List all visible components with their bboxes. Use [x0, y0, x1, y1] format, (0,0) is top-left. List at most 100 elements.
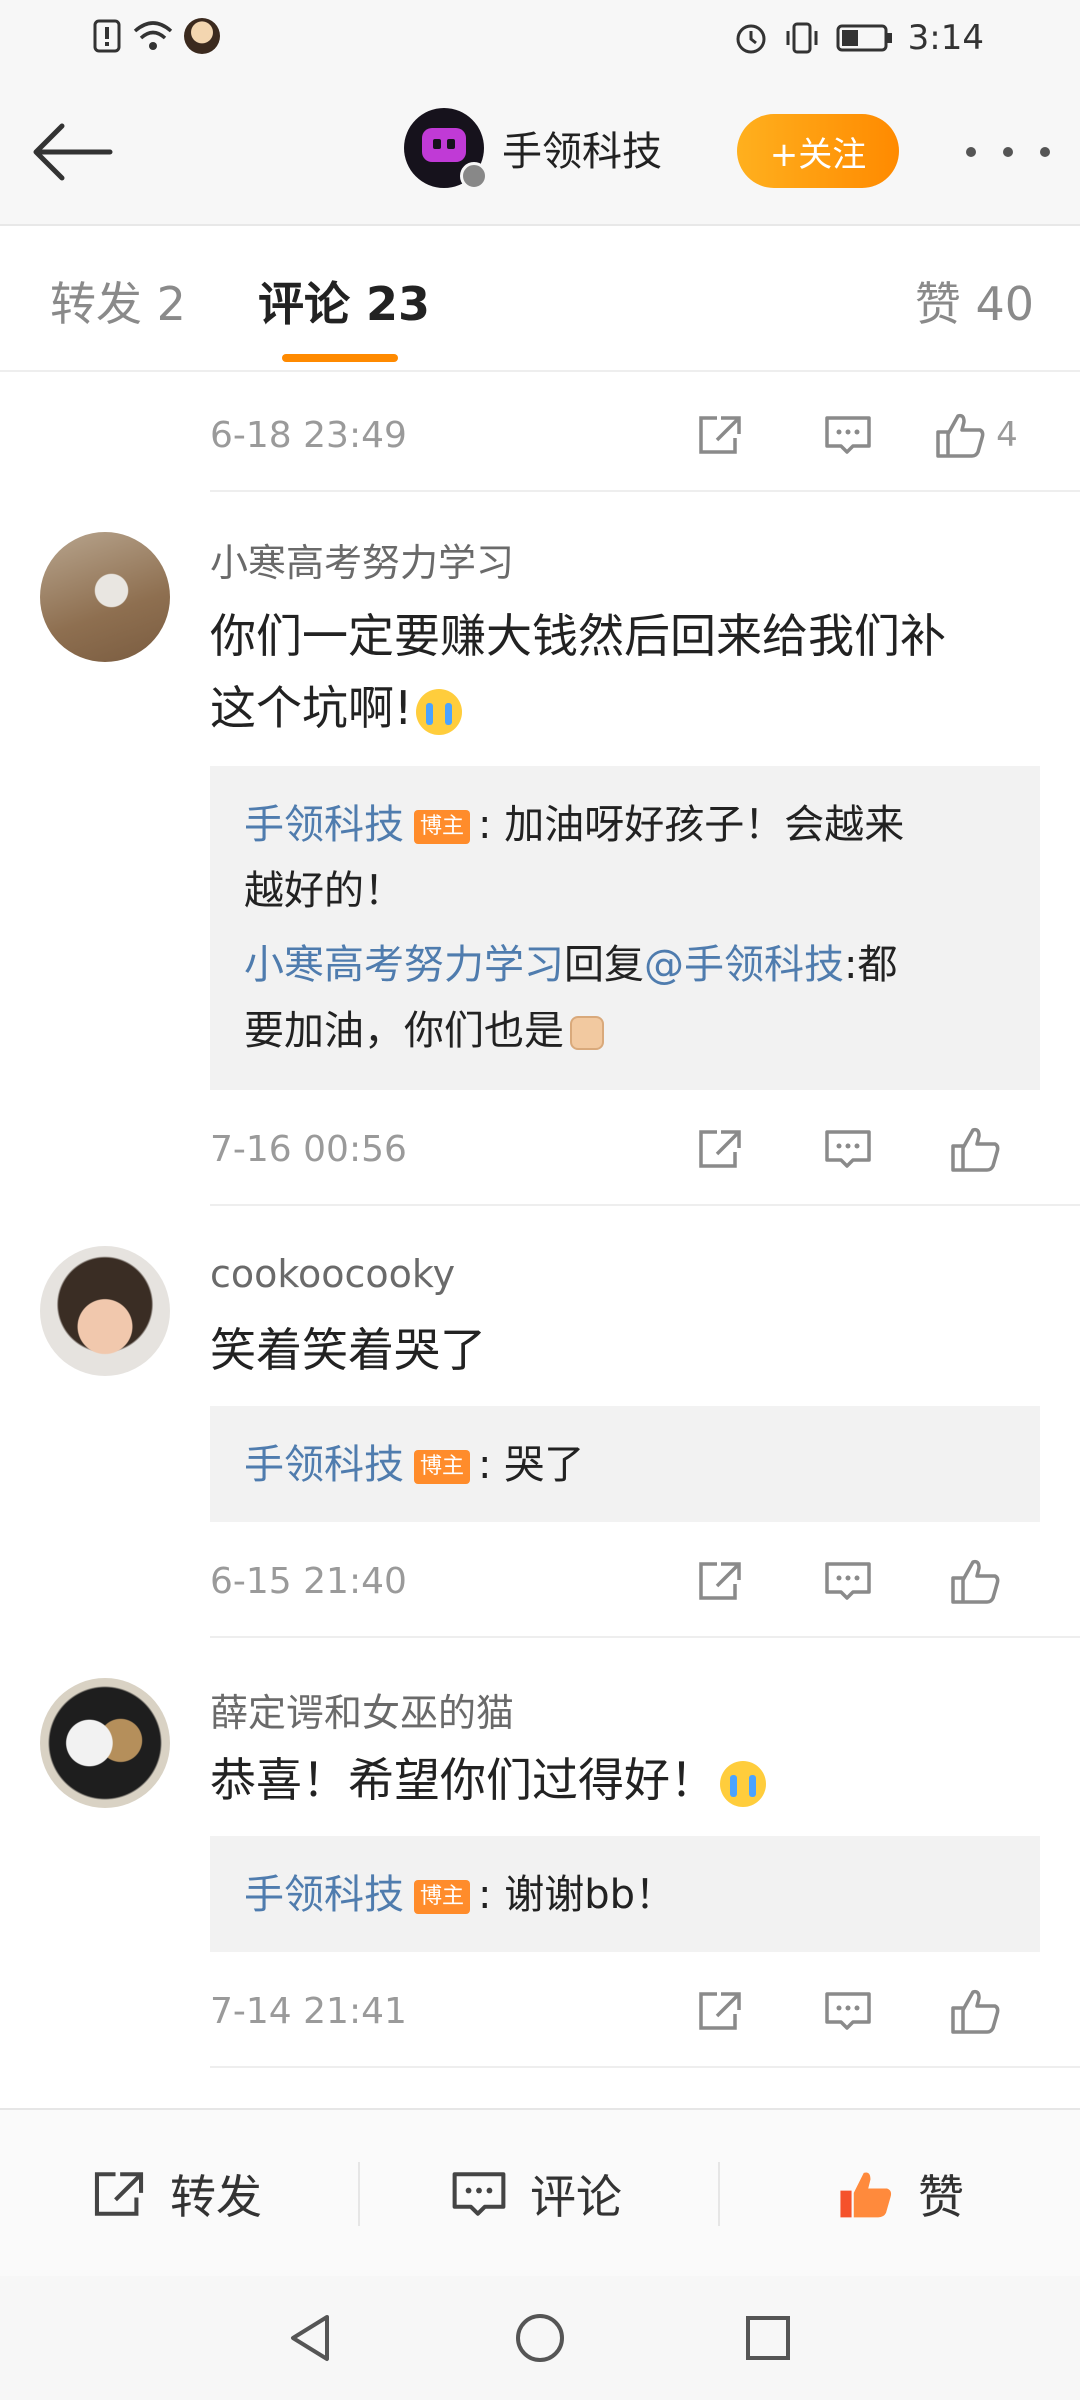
- share-icon: [94, 2172, 144, 2216]
- share-icon: [699, 1130, 741, 1168]
- share-button[interactable]: [656, 405, 784, 465]
- comment-actions: 7-16 00:56: [210, 1110, 1040, 1188]
- comment-icon: [825, 1562, 871, 1600]
- reply-text: :都: [844, 942, 898, 988]
- status-left-icons: [92, 18, 220, 54]
- owner-badge: 博主: [414, 810, 471, 844]
- comment-username[interactable]: 薛定谔和女巫的猫: [210, 1682, 514, 1737]
- crying-emoji-icon: [720, 1760, 766, 1807]
- bottom-action-bar: 转发 评论 赞: [0, 2108, 1080, 2276]
- like-button[interactable]: [912, 1119, 1040, 1179]
- avatar[interactable]: [40, 1246, 170, 1376]
- reply-box[interactable]: 手领科技 博主: 谢谢bb！: [210, 1836, 1040, 1952]
- nav-recents-button[interactable]: [736, 2306, 800, 2370]
- comment-icon: [452, 2172, 506, 2216]
- reply-author[interactable]: 手领科技: [244, 802, 404, 848]
- dot-icon: [966, 147, 976, 157]
- reply-text: : 谢谢bb！: [478, 1872, 675, 1918]
- comment-username[interactable]: cookoocooky: [210, 1252, 455, 1296]
- share-button[interactable]: [656, 1551, 784, 1611]
- thumbs-up-icon: [951, 1989, 1000, 2034]
- bottom-like-button[interactable]: 赞: [836, 2110, 964, 2278]
- comment-actions: 6-18 23:49 4: [210, 396, 1040, 474]
- reply-box[interactable]: 手领科技 博主: 加油呀好孩子！会越来 越好的！ 小寒高考努力学习回复@手领科技:…: [210, 766, 1040, 1090]
- tab-reposts[interactable]: 转发 2: [50, 268, 186, 334]
- reply-mention[interactable]: @手领科技: [644, 942, 844, 988]
- avatar[interactable]: [404, 108, 488, 190]
- bottom-repost-label: 转发: [170, 2170, 262, 2224]
- reply-box[interactable]: 手领科技 博主: 哭了: [210, 1406, 1040, 1522]
- crying-emoji-icon: [416, 688, 463, 735]
- follow-button[interactable]: +关注: [737, 114, 899, 188]
- like-button[interactable]: 4: [912, 405, 1040, 465]
- alarm-icon: [736, 24, 766, 54]
- dot-icon: [1040, 147, 1050, 157]
- like-button[interactable]: [912, 1551, 1040, 1611]
- reply-button[interactable]: [784, 405, 912, 465]
- like-count: 4: [996, 415, 1018, 455]
- comment-text-line: 你们一定要赚大钱然后回来给我们补: [210, 609, 946, 663]
- thumbs-up-icon: [951, 1559, 1000, 1604]
- nav-home-button[interactable]: [508, 2306, 572, 2370]
- comment-date: 7-14 21:41: [210, 1990, 407, 2032]
- blogger-info[interactable]: 手领科技: [404, 108, 662, 190]
- comment-icon: [825, 1130, 871, 1168]
- verified-icon: [460, 162, 488, 190]
- comment-text: 笑着笑着哭了: [210, 1323, 486, 1377]
- triangle-back-icon: [291, 2315, 329, 2361]
- comment-text-line: 这个坑啊!: [210, 672, 1040, 744]
- reply-text-continued: 要加油，你们也是: [244, 1008, 564, 1054]
- thumbs-up-icon: [936, 413, 985, 458]
- reply-button[interactable]: [784, 1981, 912, 2041]
- bottom-comment-button[interactable]: 评论: [450, 2110, 622, 2278]
- tab-bar: 转发 2 评论 23 赞 40: [0, 226, 1080, 372]
- alert-icon: [93, 19, 121, 53]
- reply-text-continued: 越好的！: [244, 868, 404, 914]
- comment-actions: 6-15 21:40: [210, 1542, 1040, 1620]
- reply-button[interactable]: [784, 1551, 912, 1611]
- nav-back-button[interactable]: [278, 2306, 342, 2370]
- back-button[interactable]: [30, 116, 120, 188]
- reply-text: : 哭了: [478, 1442, 585, 1488]
- avatar[interactable]: [40, 532, 170, 662]
- robot-logo-icon: [422, 128, 466, 162]
- vibrate-icon: [786, 22, 818, 54]
- divider: [718, 2162, 720, 2226]
- divider: [210, 2066, 1080, 2068]
- divider: [210, 1204, 1080, 1206]
- bottom-repost-button[interactable]: 转发: [90, 2110, 262, 2278]
- reply-author[interactable]: 小寒高考努力学习: [244, 942, 564, 988]
- tab-likes[interactable]: 赞 40: [915, 268, 1034, 334]
- reply-author[interactable]: 手领科技: [244, 1872, 404, 1918]
- status-right-icons: 3:14: [734, 18, 984, 58]
- comment-username[interactable]: 小寒高考努力学习: [210, 532, 514, 587]
- thumbs-up-icon: [840, 2172, 892, 2218]
- comment-date: 7-16 00:56: [210, 1128, 407, 1170]
- share-icon: [699, 1562, 741, 1600]
- comment-text-part: 恭喜！希望你们过得好！: [210, 1753, 716, 1807]
- tab-active-indicator: [282, 354, 398, 362]
- reply-author[interactable]: 手领科技: [244, 1442, 404, 1488]
- divider: [210, 490, 1080, 492]
- status-bar: 3:14: [0, 0, 1080, 78]
- like-button[interactable]: [912, 1981, 1040, 2041]
- status-time: 3:14: [907, 18, 984, 58]
- reply-button[interactable]: [784, 1119, 912, 1179]
- share-icon: [699, 1992, 741, 2030]
- tab-comments[interactable]: 评论 23: [258, 268, 430, 334]
- reply-item: 手领科技 博主: 谢谢bb！: [244, 1862, 1006, 1928]
- arrow-left-icon: [33, 123, 113, 181]
- comment-date: 6-15 21:40: [210, 1560, 407, 1602]
- wifi-icon: [133, 21, 173, 50]
- circle-home-icon: [516, 2314, 564, 2362]
- thumbs-up-icon: [951, 1127, 1000, 1172]
- divider: [358, 2162, 360, 2226]
- share-button[interactable]: [656, 1119, 784, 1179]
- reply-item: 小寒高考努力学习回复@手领科技:都: [244, 932, 1006, 998]
- reply-connector: 回复: [564, 942, 644, 988]
- more-options-button[interactable]: [966, 134, 1050, 170]
- comment-icon: [825, 1992, 871, 2030]
- avatar[interactable]: [40, 1678, 170, 1808]
- blogger-name[interactable]: 手领科技: [502, 119, 662, 177]
- share-button[interactable]: [656, 1981, 784, 2041]
